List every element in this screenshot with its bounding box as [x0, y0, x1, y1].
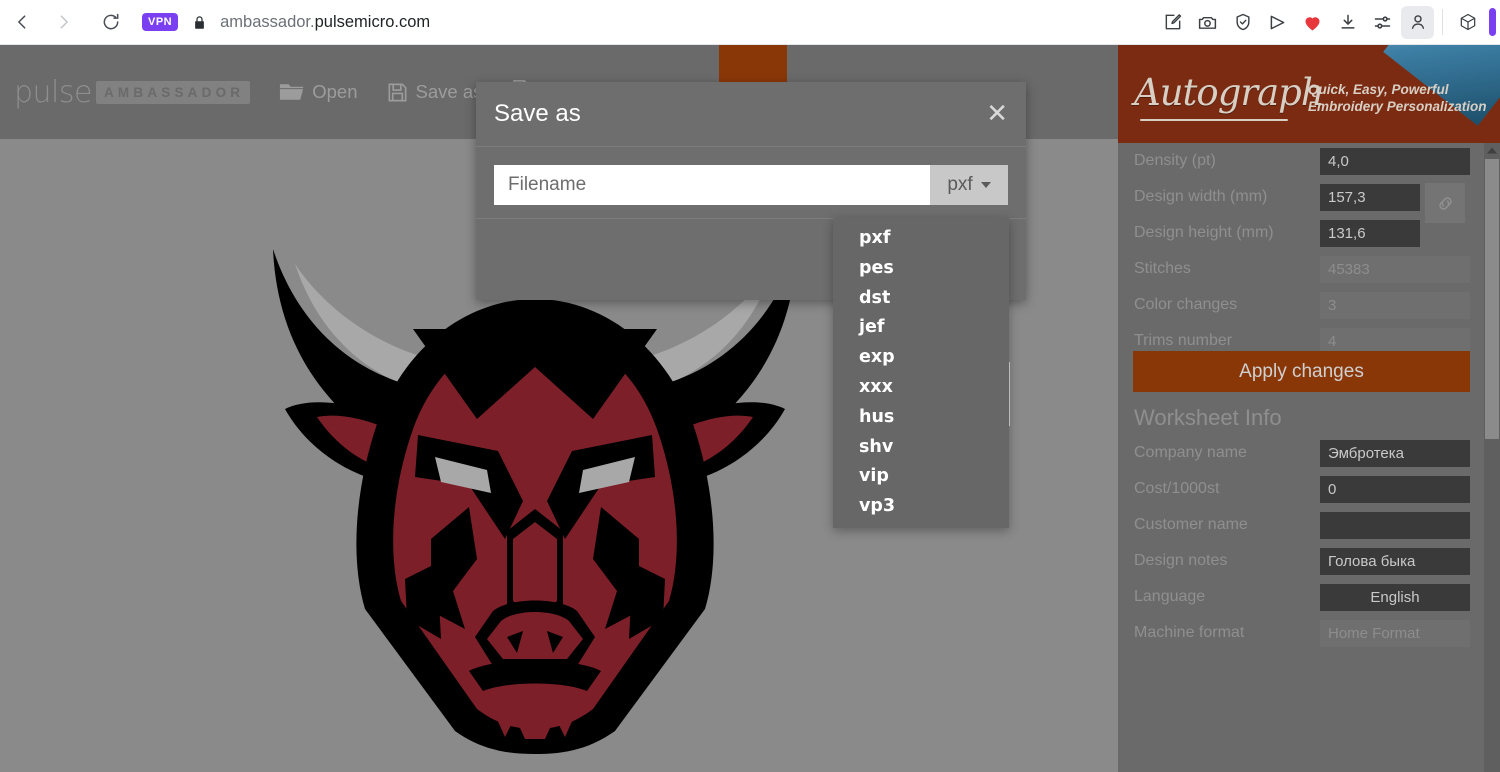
sliders-icon[interactable] — [1366, 6, 1399, 39]
screenshot-camera-icon[interactable] — [1191, 6, 1224, 39]
format-dropdown-toggle[interactable]: pxf — [930, 165, 1008, 205]
design-height-input[interactable]: 131,6 — [1320, 219, 1420, 247]
format-dropdown-label: pxf — [947, 174, 973, 195]
chevron-up-icon[interactable] — [1484, 143, 1500, 159]
lock-icon[interactable] — [192, 14, 207, 31]
chevron-down-icon — [980, 182, 991, 188]
property-label: Design height (mm) — [1134, 224, 1274, 241]
dialog-title: Save as — [494, 100, 581, 127]
company-name-input[interactable]: Эмбротека — [1320, 439, 1470, 467]
format-option-pxf[interactable]: pxf — [833, 224, 1009, 254]
worksheet-row-customer-name: Customer name — [1118, 507, 1500, 543]
autograph-underline — [1140, 119, 1288, 121]
autograph-tagline: Quick, Easy, Powerful Embroidery Persona… — [1308, 81, 1487, 115]
floppy-disk-icon — [386, 81, 409, 104]
browser-side-panel-indicator[interactable] — [1489, 8, 1496, 36]
forward-arrow-icon[interactable] — [46, 5, 80, 39]
worksheet-row-cost: Cost/1000st 0 — [1118, 471, 1500, 507]
cost-per-1000st-input[interactable]: 0 — [1320, 475, 1470, 503]
format-option-exp[interactable]: exp — [833, 343, 1009, 373]
machine-format-value: Home Format — [1320, 619, 1470, 647]
bull-head-embroidery-design[interactable] — [255, 239, 815, 759]
worksheet-row-machine-format: Machine format Home Format — [1118, 615, 1500, 651]
close-icon[interactable]: ✕ — [986, 101, 1008, 127]
save-as-button-label: Save as — [415, 81, 483, 102]
autograph-banner: Autograph Quick, Easy, Powerful Embroide… — [1118, 45, 1500, 143]
autograph-tagline-line1: Quick, Easy, Powerful — [1308, 82, 1449, 97]
property-row-density: Density (pt) 4,0 — [1118, 143, 1500, 179]
color-changes-value: 3 — [1320, 291, 1470, 319]
design-width-input[interactable]: 157,3 — [1320, 183, 1420, 211]
save-as-button[interactable]: Save as — [386, 81, 483, 104]
cube-extension-icon[interactable] — [1451, 6, 1484, 39]
format-option-jef[interactable]: jef — [833, 313, 1009, 343]
autograph-tagline-line2: Embroidery Personalization — [1308, 99, 1487, 114]
worksheet-label: Design notes — [1134, 552, 1228, 569]
toolbar-active-chip[interactable] — [719, 45, 787, 83]
profile-avatar-icon[interactable] — [1401, 5, 1434, 39]
worksheet-row-company-name: Company name Эмбротека — [1118, 435, 1500, 471]
vpn-badge[interactable]: VPN — [142, 13, 179, 31]
format-option-dst[interactable]: dst — [833, 284, 1009, 314]
properties-panel: Autograph Quick, Easy, Powerful Embroide… — [1118, 45, 1500, 772]
url-domain: pulsemicro.com — [314, 12, 431, 31]
worksheet-label: Cost/1000st — [1134, 480, 1220, 497]
density-input[interactable]: 4,0 — [1320, 147, 1470, 175]
autograph-wordmark: Autograph — [1134, 71, 1325, 114]
address-bar[interactable]: ambassador.pulsemicro.com — [220, 13, 430, 32]
browser-toolbar: VPN ambassador.pulsemicro.com — [0, 0, 1500, 45]
browser-actions — [1155, 5, 1500, 39]
worksheet-row-language: Language English — [1118, 579, 1500, 615]
language-select[interactable]: English — [1320, 583, 1470, 611]
format-option-shv[interactable]: shv — [833, 433, 1009, 463]
property-row-color-changes: Color changes 3 — [1118, 287, 1500, 323]
worksheet-info-heading: Worksheet Info — [1134, 405, 1282, 430]
open-button-label: Open — [312, 81, 358, 102]
property-label: Design width (mm) — [1134, 188, 1268, 205]
format-option-xxx[interactable]: xxx — [833, 373, 1009, 403]
format-option-vp3[interactable]: vp3 — [833, 492, 1009, 522]
back-arrow-icon[interactable] — [6, 5, 40, 39]
filename-input[interactable] — [494, 165, 930, 205]
folder-open-icon — [278, 80, 305, 104]
send-paper-plane-icon[interactable] — [1261, 6, 1294, 39]
property-row-stitches: Stitches 45383 — [1118, 251, 1500, 287]
property-label: Color changes — [1134, 296, 1238, 313]
worksheet-label: Customer name — [1134, 516, 1248, 533]
property-label: Trims number — [1134, 332, 1233, 349]
worksheet-row-design-notes: Design notes Голова быка — [1118, 543, 1500, 579]
format-option-hus[interactable]: hus — [833, 403, 1009, 433]
url-subdomain: ambassador. — [220, 12, 315, 31]
reload-icon[interactable] — [94, 5, 128, 39]
app-logo: pulse AMBASSADOR — [14, 74, 251, 110]
logo-primary-text: pulse — [14, 74, 92, 110]
dialog-header: Save as ✕ — [476, 82, 1026, 147]
property-label: Stitches — [1134, 260, 1191, 277]
dialog-body: pxf — [476, 147, 1026, 219]
format-option-vip[interactable]: vip — [833, 462, 1009, 492]
filename-input-group: pxf — [494, 165, 1008, 205]
customer-name-input[interactable] — [1320, 511, 1470, 539]
chain-link-icon[interactable] — [1425, 183, 1465, 223]
stitches-value: 45383 — [1320, 255, 1470, 283]
format-dropdown-menu[interactable]: pxf pes dst jef exp xxx hus shv vip vp3 — [833, 218, 1009, 528]
toolbar-divider — [1442, 9, 1443, 35]
panel-scrollbar-thumb[interactable] — [1485, 159, 1499, 439]
download-icon[interactable] — [1331, 6, 1364, 39]
panel-body: Density (pt) 4,0 Design width (mm) 157,3… — [1118, 143, 1500, 772]
worksheet-fields: Company name Эмбротека Cost/1000st 0 Cus… — [1118, 435, 1500, 651]
apply-changes-button[interactable]: Apply changes — [1133, 351, 1470, 392]
worksheet-label: Machine format — [1134, 624, 1245, 641]
heart-icon[interactable] — [1296, 6, 1329, 39]
panel-scrollbar[interactable] — [1484, 143, 1500, 772]
worksheet-label: Language — [1134, 588, 1206, 605]
logo-secondary-text: AMBASSADOR — [95, 80, 251, 104]
worksheet-label: Company name — [1134, 444, 1247, 461]
property-label: Density (pt) — [1134, 152, 1216, 169]
design-notes-input[interactable]: Голова быка — [1320, 547, 1470, 575]
open-button[interactable]: Open — [278, 80, 358, 104]
shield-check-icon[interactable] — [1226, 6, 1259, 39]
edit-note-icon[interactable] — [1156, 6, 1189, 39]
format-option-pes[interactable]: pes — [833, 254, 1009, 284]
